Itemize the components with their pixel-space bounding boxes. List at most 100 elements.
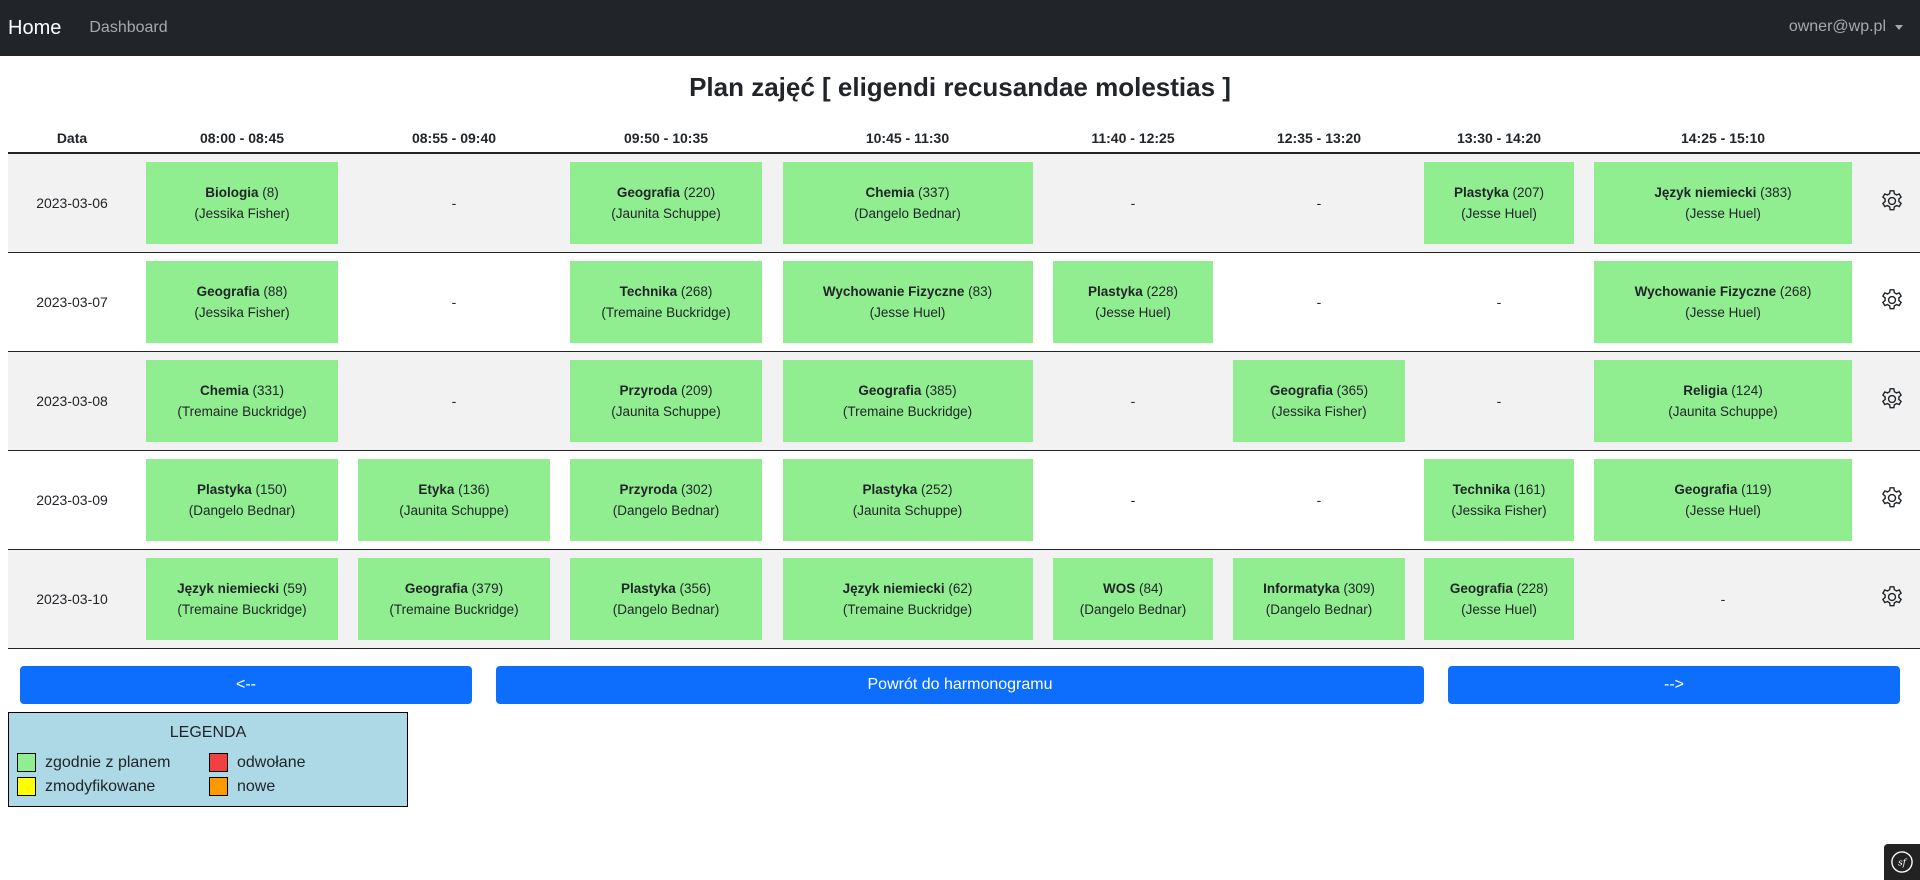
schedule-cell: Geografia (379) (Tremaine Buckridge) [348,549,560,649]
schedule-cell: Geografia (228) (Jesse Huel) [1415,549,1583,649]
lesson-subject: Plastyka [1453,184,1509,200]
column-header: Data [8,123,136,154]
schedule-cell: Geografia (385) (Tremaine Buckridge) [772,351,1043,451]
lesson-card[interactable]: Chemia (331) (Tremaine Buckridge) [146,359,338,442]
lesson-subject: Etyka [418,481,455,497]
row-actions [1863,549,1920,649]
lesson-title-line: Przyroda (209) [619,380,712,401]
lesson-title-line: Religia (124) [1683,380,1763,401]
lesson-subject: Technika [619,283,678,299]
lesson-card[interactable]: Język niemiecki (59) (Tremaine Buckridge) [146,557,338,640]
lesson-room: (309) [1343,580,1375,596]
lesson-title-line: Język niemiecki (383) [1654,182,1791,203]
lesson-teacher: (Jessika Fisher) [1271,403,1367,419]
schedule-cell: - [1223,153,1415,253]
gear-icon[interactable] [1879,287,1905,313]
lesson-card[interactable]: Technika (268) (Tremaine Buckridge) [570,260,762,343]
lesson-title-line: Etyka (136) [418,479,489,500]
lesson-card[interactable]: Geografia (385) (Tremaine Buckridge) [782,359,1033,442]
lesson-teacher: (Tremaine Buckridge) [389,601,519,617]
lesson-subject: Wychowanie Fizyczne [1634,283,1777,299]
lesson-card[interactable]: Plastyka (252) (Jaunita Schuppe) [782,458,1033,541]
lesson-card[interactable]: Biologia (8) (Jessika Fisher) [146,161,338,244]
lesson-room: (119) [1741,481,1772,497]
lesson-room: (356) [679,580,712,596]
symfony-toolbar-toggle[interactable]: sf [1884,844,1920,880]
back-to-schedule-button[interactable]: Powrót do harmonogramu [496,666,1424,704]
empty-slot: - [1316,293,1322,310]
lesson-card[interactable]: Etyka (136) (Jaunita Schuppe) [358,458,550,541]
lesson-title-line: Plastyka (207) [1454,182,1544,203]
lesson-teacher: (Jesse Huel) [1095,304,1171,320]
lesson-card[interactable]: Geografia (365) (Jessika Fisher) [1233,359,1405,442]
lesson-teacher: (Jesse Huel) [1461,601,1537,617]
lesson-card[interactable]: Plastyka (207) (Jesse Huel) [1424,161,1574,244]
gear-icon[interactable] [1879,188,1905,214]
lesson-card[interactable]: Język niemiecki (62) (Tremaine Buckridge) [782,557,1033,640]
lesson-card[interactable]: Geografia (220) (Jaunita Schuppe) [570,161,762,244]
prev-week-button[interactable]: <-- [20,666,472,704]
schedule-cell: - [1043,450,1223,550]
schedule-cell: Geografia (119) (Jesse Huel) [1583,450,1863,550]
lesson-room: (379) [471,580,504,596]
lesson-room: (59) [282,580,307,596]
user-menu-dropdown[interactable]: owner@wp.pl [1789,18,1903,36]
lesson-subject: Geografia [404,580,468,596]
lesson-title-line: Geografia (385) [858,380,956,401]
lesson-room: (337) [918,184,950,200]
schedule-cell: Geografia (88) (Jessika Fisher) [136,252,348,352]
brand-home-link[interactable]: Home [8,17,61,40]
lesson-card[interactable]: Wychowanie Fizyczne (83) (Jesse Huel) [782,260,1033,343]
gear-icon[interactable] [1879,485,1905,511]
schedule-cell: Biologia (8) (Jessika Fisher) [136,153,348,253]
lesson-room: (220) [683,184,716,200]
lesson-card[interactable]: Język niemiecki (383) (Jesse Huel) [1594,161,1852,244]
lesson-card[interactable]: Plastyka (150) (Dangelo Bednar) [146,458,338,541]
lesson-teacher: (Tremaine Buckridge) [842,403,973,419]
lesson-subject: Plastyka [620,580,676,596]
lesson-card[interactable]: Geografia (119) (Jesse Huel) [1594,458,1852,541]
schedule-cell: Technika (268) (Tremaine Buckridge) [560,252,772,352]
lesson-subject: Chemia [199,382,249,398]
lesson-teacher: (Jessika Fisher) [194,205,290,221]
lesson-title-line: Plastyka (252) [862,479,952,500]
lesson-subject: Geografia [1269,382,1333,398]
lesson-teacher: (Jaunita Schuppe) [399,502,509,518]
lesson-card[interactable]: Technika (161) (Jessika Fisher) [1424,458,1574,541]
lesson-card[interactable]: Religia (124) (Jaunita Schuppe) [1594,359,1852,442]
schedule-cell: Chemia (331) (Tremaine Buckridge) [136,351,348,451]
schedule-cell: - [1043,351,1223,451]
lesson-card[interactable]: Przyroda (209) (Jaunita Schuppe) [570,359,762,442]
lesson-card[interactable]: WOS (84) (Dangelo Bednar) [1053,557,1213,640]
lesson-card[interactable]: Przyroda (302) (Dangelo Bednar) [570,458,762,541]
legend-item-cancelled: odwołane [209,753,306,772]
lesson-card[interactable]: Geografia (379) (Tremaine Buckridge) [358,557,550,640]
lesson-card[interactable]: Chemia (337) (Dangelo Bednar) [782,161,1033,244]
lesson-card[interactable]: Wychowanie Fizyczne (268) (Jesse Huel) [1594,260,1852,343]
gear-icon[interactable] [1879,386,1905,412]
empty-slot: - [451,194,457,211]
lesson-card[interactable]: Plastyka (228) (Jesse Huel) [1053,260,1213,343]
lesson-room: (161) [1513,481,1546,497]
next-week-button[interactable]: --> [1448,666,1900,704]
lesson-card[interactable]: Plastyka (356) (Dangelo Bednar) [570,557,762,640]
lesson-room: (228) [1516,580,1549,596]
lesson-room: (207) [1512,184,1545,200]
lesson-card[interactable]: Informatyka (309) (Dangelo Bednar) [1233,557,1405,640]
lesson-subject: Geografia [1449,580,1513,596]
gear-icon[interactable] [1879,584,1905,610]
schedule-cell: - [1415,252,1583,352]
empty-slot: - [1130,491,1136,508]
lesson-room: (88) [263,283,288,299]
schedule-cell: Język niemiecki (383) (Jesse Huel) [1583,153,1863,253]
column-header: 11:40 - 12:25 [1043,123,1223,154]
nav-link-dashboard[interactable]: Dashboard [89,19,167,37]
lesson-card[interactable]: Geografia (88) (Jessika Fisher) [146,260,338,343]
column-header: 08:00 - 08:45 [136,123,348,154]
legend-swatch [209,753,228,772]
row-date: 2023-03-07 [8,252,136,352]
schedule-cell: Plastyka (356) (Dangelo Bednar) [560,549,772,649]
schedule-cell: Plastyka (207) (Jesse Huel) [1415,153,1583,253]
row-date: 2023-03-09 [8,450,136,550]
lesson-card[interactable]: Geografia (228) (Jesse Huel) [1424,557,1574,640]
